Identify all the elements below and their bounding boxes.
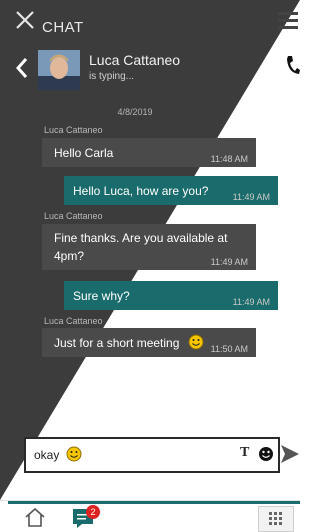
send-icon[interactable] bbox=[280, 442, 300, 466]
smiley-emoji-icon bbox=[66, 446, 82, 462]
message-bubble-outgoing[interactable]: Sure why? 11:49 AM bbox=[64, 281, 278, 310]
message-time: 11:49 AM bbox=[210, 257, 248, 267]
message-input-value: okay bbox=[34, 448, 60, 462]
conversation-date: 4/8/2019 bbox=[117, 107, 153, 117]
grid-icon bbox=[269, 512, 282, 525]
contact-photo bbox=[38, 50, 80, 90]
message-time: 11:49 AM bbox=[232, 192, 270, 202]
message-sender: Luca Cattaneo bbox=[44, 316, 103, 326]
top-bar: CHAT bbox=[0, 0, 300, 42]
phone-icon[interactable] bbox=[284, 53, 300, 77]
bottom-navigation: 2 bbox=[0, 500, 300, 532]
message-bubble-incoming[interactable]: Just for a short meeting 11:50 AM bbox=[42, 328, 256, 357]
contact-name: Luca Cattaneo bbox=[89, 52, 181, 68]
app-title: CHAT bbox=[42, 19, 84, 36]
notification-badge: 2 bbox=[86, 505, 100, 519]
close-icon[interactable] bbox=[14, 9, 36, 31]
message-time: 11:50 AM bbox=[210, 344, 248, 354]
message-bubble-outgoing[interactable]: Hello Luca, how are you? 11:49 AM bbox=[64, 176, 278, 205]
message-text-line: 4pm? bbox=[54, 249, 85, 263]
back-arrow-icon[interactable] bbox=[14, 56, 30, 80]
typing-status: is typing... bbox=[89, 71, 135, 82]
message-input[interactable]: okay T bbox=[24, 437, 280, 473]
message-sender: Luca Cattaneo bbox=[44, 211, 103, 221]
chat-screen: CHAT Luca Cattaneo is typing... 4/8/2019… bbox=[0, 0, 300, 532]
message-text: Hello Luca, how are you? bbox=[73, 184, 209, 198]
text-format-icon[interactable]: T bbox=[240, 445, 249, 461]
smiley-emoji-icon bbox=[188, 334, 204, 350]
active-indicator bbox=[8, 501, 300, 504]
message-text: Hello Carla bbox=[54, 146, 114, 160]
hamburger-menu-icon[interactable] bbox=[276, 8, 300, 34]
message-text: Just for a short meeting bbox=[54, 336, 180, 350]
message-text-line: Fine thanks. Are you available at bbox=[54, 231, 228, 245]
message-time: 11:48 AM bbox=[210, 154, 248, 164]
emoji-picker-icon[interactable] bbox=[258, 446, 274, 462]
message-time: 11:49 AM bbox=[232, 297, 270, 307]
message-sender: Luca Cattaneo bbox=[44, 125, 103, 135]
message-bubble-incoming[interactable]: Fine thanks. Are you available at 4pm? 1… bbox=[42, 224, 256, 270]
avatar[interactable] bbox=[38, 50, 80, 90]
home-icon[interactable] bbox=[24, 507, 46, 527]
message-bubble-incoming[interactable]: Hello Carla 11:48 AM bbox=[42, 138, 256, 167]
apps-grid-button[interactable] bbox=[258, 506, 294, 532]
message-text: Sure why? bbox=[73, 289, 130, 303]
